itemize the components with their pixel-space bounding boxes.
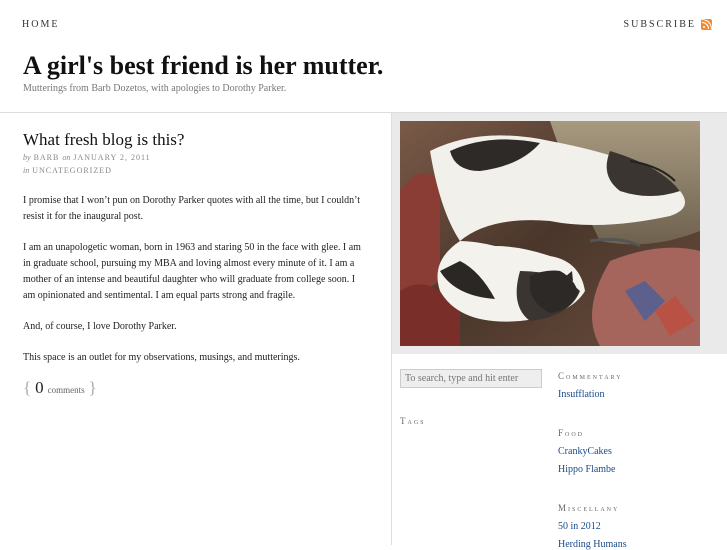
site-title[interactable]: A girl's best friend is her mutter.: [23, 51, 383, 81]
sidebar-link-crankycakes[interactable]: CrankyCakes: [558, 446, 612, 457]
post-author-link[interactable]: BARB: [34, 153, 60, 162]
comments-count: 0: [35, 378, 44, 397]
post-category-link[interactable]: UNCATEGORIZED: [32, 166, 112, 175]
post-paragraph: This space is an outlet for my observati…: [23, 352, 300, 363]
search-input[interactable]: [400, 369, 542, 388]
main-content: What fresh blog is this? by BARB on JANU…: [0, 113, 391, 545]
in-prefix: in: [23, 166, 30, 175]
rss-icon[interactable]: [701, 19, 712, 30]
cats-photo: [400, 121, 700, 346]
top-navigation: HOME SUBSCRIBE: [0, 0, 727, 48]
miscellany-heading: Miscellany: [558, 503, 620, 513]
commentary-heading: Commentary: [558, 371, 623, 381]
post-byline: by BARB on JANUARY 2, 2011: [23, 153, 151, 162]
post-paragraph: I promise that I won’t pun on Dorothy Pa…: [23, 195, 361, 222]
comments-link[interactable]: { 0 comments }: [23, 378, 97, 398]
post-title[interactable]: What fresh blog is this?: [23, 130, 184, 150]
by-prefix: by: [23, 153, 31, 162]
home-link[interactable]: HOME: [22, 19, 59, 30]
post-category-line: in UNCATEGORIZED: [23, 166, 112, 175]
comments-close-brace: }: [88, 378, 97, 397]
subscribe-link[interactable]: SUBSCRIBE: [624, 19, 712, 30]
post-paragraph: And, of course, I love Dorothy Parker.: [23, 321, 177, 332]
post-paragraph: I am an unapologetic woman, born in 1963…: [23, 242, 361, 301]
comments-open-brace: {: [23, 378, 32, 397]
food-heading: Food: [558, 428, 585, 438]
on-prefix: on: [62, 153, 71, 162]
site-tagline: Mutterings from Barb Dozetos, with apolo…: [23, 83, 287, 94]
post-date: JANUARY 2, 2011: [73, 153, 151, 162]
sidebar-link-insufflation[interactable]: Insufflation: [558, 389, 604, 400]
tags-heading: Tags: [400, 416, 426, 426]
sidebar-link-50-in-2012[interactable]: 50 in 2012: [558, 521, 601, 532]
sidebar-link-hippo-flambe[interactable]: Hippo Flambe: [558, 464, 616, 475]
subscribe-label: SUBSCRIBE: [623, 19, 696, 30]
comments-label: comments: [47, 385, 85, 395]
